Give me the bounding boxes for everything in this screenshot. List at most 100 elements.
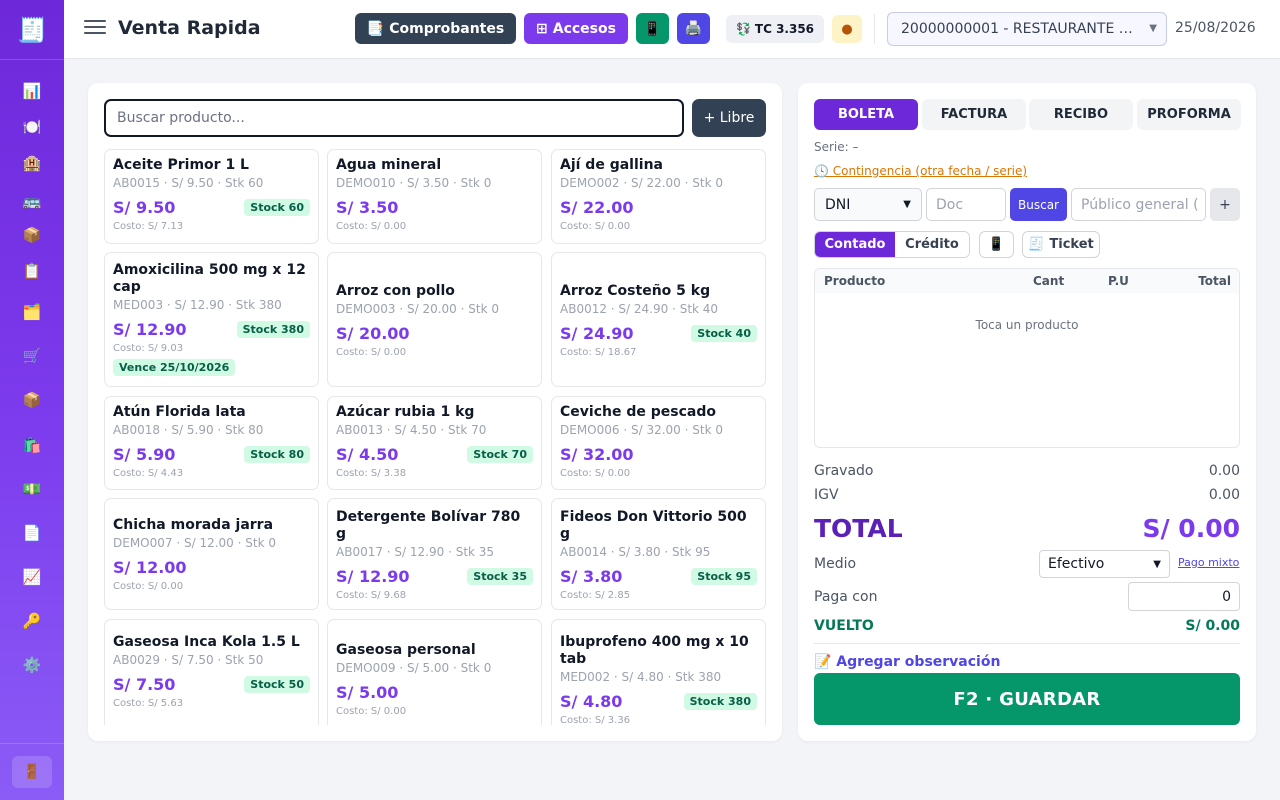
dashboard-icon: 📊: [22, 82, 42, 100]
payment-credito-button[interactable]: Crédito: [895, 232, 969, 257]
stock-badge: Stock 70: [467, 445, 533, 463]
product-price-row: S/ 5.90 Stock 80: [113, 443, 310, 465]
documents-icon: 📄: [22, 524, 42, 542]
sidebar-item-cash[interactable]: 💵: [12, 474, 52, 504]
sidebar-item-restaurant[interactable]: 🍽️: [12, 112, 52, 142]
total-value: S/ 0.00: [1142, 514, 1240, 543]
product-card[interactable]: Agua mineral DEMO010 · S/ 3.50 · Stk 0 S/ …: [327, 149, 542, 244]
serie-label: Serie: –: [814, 140, 859, 154]
product-card-content: Arroz con pollo DEMO003 · S/ 20.00 · Stk …: [336, 283, 533, 358]
product-card[interactable]: Amoxicilina 500 mg x 12 cap MED003 · S/ 1…: [104, 252, 319, 387]
sidebar-item-access-keys[interactable]: 🔑: [12, 606, 52, 636]
tab-factura[interactable]: FACTURA: [922, 99, 1026, 130]
product-card-content: Ceviche de pescado DEMO006 · S/ 32.00 · S…: [560, 404, 757, 479]
product-card[interactable]: Gaseosa Inca Kola 1.5 L AB0029 · S/ 7.50 …: [104, 619, 319, 725]
product-cost: Costo: S/ 0.00: [560, 221, 631, 232]
tab-recibo[interactable]: RECIBO: [1029, 99, 1133, 130]
accesos-button[interactable]: ⊞ Accesos: [524, 13, 628, 44]
company-select[interactable]: 20000000001 - RESTAURANTE EL SABOR ▼: [887, 12, 1167, 46]
product-price-row: S/ 3.80 Stock 95: [560, 565, 757, 587]
client-name-input[interactable]: Público general (: [1071, 188, 1206, 221]
sidebar-item-purchases[interactable]: 🛒: [12, 341, 52, 371]
sidebar-divider: [0, 743, 64, 744]
app-logo-icon[interactable]: 🧾: [0, 0, 64, 60]
product-cost: Costo: S/ 0.00: [560, 468, 631, 479]
add-client-button[interactable]: +: [1210, 188, 1240, 221]
product-card-content: Fideos Don Vittorio 500 g AB0014 · S/ 3.8…: [560, 509, 757, 601]
exchange-icon: 💱: [735, 22, 751, 36]
phone-icon: 📱: [988, 237, 1005, 252]
mixed-payment-link[interactable]: Pago mixto: [1178, 556, 1239, 569]
product-meta: AB0029 · S/ 7.50 · Stk 50: [113, 653, 264, 667]
sidebar-item-inventory[interactable]: 📦: [12, 385, 52, 415]
vuelto-label: VUELTO: [814, 618, 874, 634]
product-price: S/ 20.00: [336, 323, 410, 343]
product-card[interactable]: Fideos Don Vittorio 500 g AB0014 · S/ 3.8…: [551, 498, 766, 610]
files-icon: 🗂️: [22, 303, 42, 321]
search-client-button[interactable]: Buscar: [1010, 188, 1067, 221]
product-search-input[interactable]: [104, 99, 684, 137]
paga-con-input[interactable]: 0: [1128, 582, 1240, 611]
document-number-input[interactable]: Doc: [926, 188, 1006, 221]
product-cost: Costo: S/ 4.43: [113, 468, 184, 479]
product-name: Arroz con pollo: [336, 283, 455, 299]
sidebar-item-files[interactable]: 🗂️: [12, 297, 52, 327]
sidebar-item-sales[interactable]: 🛍️: [12, 430, 52, 460]
sidebar-item-documents[interactable]: 📄: [12, 518, 52, 548]
sidebar-item-dashboard[interactable]: 📊: [12, 76, 52, 106]
document-type-select[interactable]: DNI ▼: [814, 188, 922, 221]
product-card[interactable]: Aceite Primor 1 L AB0015 · S/ 9.50 · Stk …: [104, 149, 319, 244]
logout-icon[interactable]: 🚪: [12, 756, 52, 788]
product-card[interactable]: Detergente Bolívar 780 g AB0017 · S/ 12.9…: [327, 498, 542, 610]
phone-button[interactable]: 📱: [636, 13, 669, 44]
product-price: S/ 7.50: [113, 674, 176, 694]
contingencia-link[interactable]: 🕓 Contingencia (otra fecha / serie): [814, 164, 1027, 178]
comprobantes-label: Comprobantes: [389, 20, 505, 37]
product-card[interactable]: Gaseosa personal DEMO009 · S/ 5.00 · Stk …: [327, 619, 542, 725]
menu-toggle-icon[interactable]: [84, 16, 106, 40]
payment-method-value: Efectivo: [1048, 556, 1105, 572]
product-card[interactable]: Ají de gallina DEMO002 · S/ 22.00 · Stk 0…: [551, 149, 766, 244]
product-card[interactable]: Chicha morada jarra DEMO007 · S/ 12.00 · …: [104, 498, 319, 610]
product-price-row: S/ 24.90 Stock 40: [560, 322, 757, 344]
chevron-down-icon: ▼: [1149, 23, 1157, 34]
product-cost: Costo: S/ 0.00: [336, 706, 407, 717]
free-item-button[interactable]: + Libre: [692, 99, 766, 137]
sidebar-item-orders[interactable]: 📋: [12, 256, 52, 286]
comprobantes-button[interactable]: 📑 Comprobantes: [355, 13, 516, 44]
sidebar-item-reports[interactable]: 📈: [12, 562, 52, 592]
product-card[interactable]: Atún Florida lata AB0018 · S/ 5.90 · Stk …: [104, 396, 319, 490]
payment-contado-button[interactable]: Contado: [815, 232, 895, 257]
tab-boleta[interactable]: BOLETA: [814, 99, 918, 130]
send-phone-button[interactable]: 📱: [979, 231, 1014, 258]
status-dot-button[interactable]: ●: [832, 15, 862, 43]
tab-proforma[interactable]: PROFORMA: [1137, 99, 1241, 130]
ticket-button[interactable]: 🧾 Ticket: [1022, 231, 1100, 258]
sidebar-item-products[interactable]: 📦: [12, 220, 52, 250]
purchases-icon: 🛒: [22, 347, 42, 365]
product-card-content: Azúcar rubia 1 kg AB0013 · S/ 4.50 · Stk …: [336, 404, 533, 479]
product-meta: AB0017 · S/ 12.90 · Stk 35: [336, 545, 495, 559]
sidebar-item-hotel[interactable]: 🏨: [12, 148, 52, 178]
sidebar-item-transport[interactable]: 🚌: [12, 186, 52, 216]
payment-method-select[interactable]: Efectivo ▼: [1039, 550, 1170, 578]
product-card-content: Ají de gallina DEMO002 · S/ 22.00 · Stk 0…: [560, 157, 757, 232]
print-button[interactable]: 🖨️: [677, 13, 710, 44]
sidebar-item-settings[interactable]: ⚙️: [12, 650, 52, 680]
grid-icon: ⊞: [536, 20, 548, 37]
product-price-row: S/ 4.80 Stock 380: [560, 690, 757, 712]
product-card[interactable]: Ibuprofeno 400 mg x 10 tab MED002 · S/ 4.…: [551, 619, 766, 725]
product-name: Ibuprofeno 400 mg x 10 tab: [560, 634, 749, 667]
status-dot-icon: ●: [841, 21, 853, 37]
add-observation-link[interactable]: 📝 Agregar observación: [814, 654, 1000, 670]
product-price-row: S/ 12.90 Stock 380: [113, 318, 310, 340]
product-card[interactable]: Ceviche de pescado DEMO006 · S/ 32.00 · S…: [551, 396, 766, 490]
product-card[interactable]: Arroz con pollo DEMO003 · S/ 20.00 · Stk …: [327, 252, 542, 387]
gravado-value: 0.00: [1208, 463, 1240, 479]
product-card[interactable]: Azúcar rubia 1 kg AB0013 · S/ 4.50 · Stk …: [327, 396, 542, 490]
product-card[interactable]: Arroz Costeño 5 kg AB0012 · S/ 24.90 · St…: [551, 252, 766, 387]
product-price-row: S/ 4.50 Stock 70: [336, 443, 533, 465]
product-cost: Costo: S/ 9.68: [336, 590, 407, 601]
product-price: S/ 24.90: [560, 323, 634, 343]
save-button[interactable]: F2 · GUARDAR: [814, 673, 1240, 725]
